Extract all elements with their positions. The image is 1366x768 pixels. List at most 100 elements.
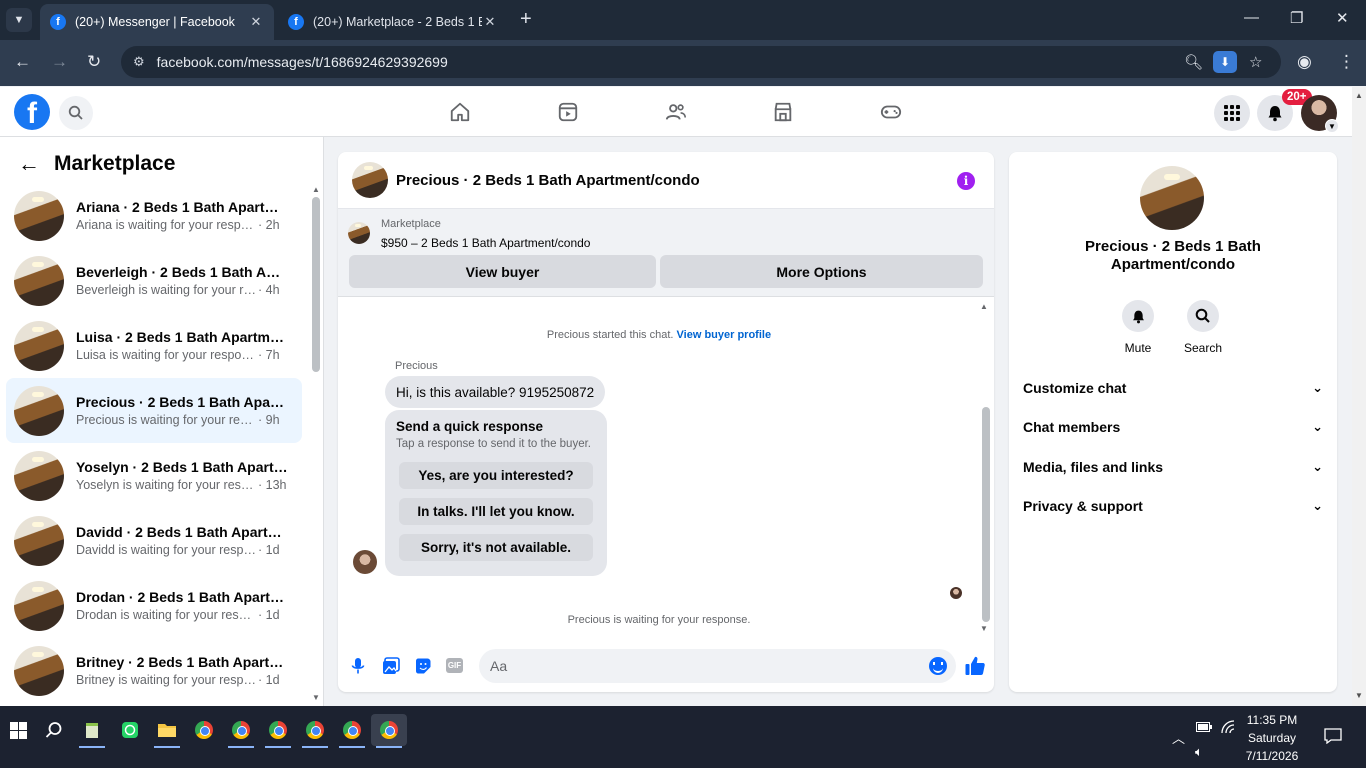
bookmark-star-icon[interactable]: ☆ [1249,53,1262,71]
restore-icon[interactable]: ❐ [1290,9,1303,27]
conversation-item[interactable]: Ariana · 2 Beds 1 Bath Apartment/condo A… [6,183,302,248]
conversation-item[interactable]: Beverleigh · 2 Beds 1 Bath Apartment/con… [6,248,302,313]
search-icon[interactable] [59,96,93,130]
reload-icon[interactable]: ↻ [87,52,101,72]
facebook-favicon-icon: f [288,14,304,30]
notepad-icon[interactable] [80,718,104,742]
install-app-icon[interactable]: ⬇ [1213,51,1237,73]
tab-search-chevron-icon[interactable]: ▼ [6,8,32,32]
quick-response-button[interactable]: Sorry, it's not available. [399,534,593,561]
back-arrow-icon[interactable]: ← [18,151,40,177]
media-files-links-row[interactable]: Media, files and links ⌄ [1023,455,1323,479]
quick-response-button[interactable]: In talks. I'll let you know. [399,498,593,525]
photo-icon[interactable] [381,656,401,676]
sticker-icon[interactable] [413,656,433,676]
chrome-icon[interactable] [377,718,401,742]
scroll-down-arrow-icon[interactable]: ▼ [1355,691,1363,700]
search-icon [1187,300,1219,332]
conversation-item[interactable]: Drodan · 2 Beds 1 Bath Apartment/condo D… [6,573,302,638]
conversation-list-scrollbar[interactable] [312,197,320,372]
conversation-name: Beverleigh · 2 Beds 1 Bath Apartment/con… [76,264,288,280]
windows-start-icon[interactable] [6,718,30,742]
profile-icon[interactable]: ◉ [1297,52,1312,72]
tab-close-icon[interactable]: ✕ [248,14,264,30]
gif-icon[interactable]: GIF [446,658,463,673]
notification-center-icon[interactable] [1324,728,1342,747]
scroll-up-arrow-icon[interactable]: ▲ [312,185,320,194]
minimize-icon[interactable]: — [1244,9,1259,26]
scroll-down-arrow-icon[interactable]: ▼ [312,693,320,702]
search-icon[interactable] [42,718,66,742]
section-label: Privacy & support [1023,498,1143,514]
view-buyer-profile-link[interactable]: View buyer profile [677,329,772,341]
wifi-icon[interactable] [1221,720,1237,737]
chevron-down-icon: ▼ [1325,119,1339,133]
chat-started-notice: Precious started this chat. View buyer p… [338,329,980,341]
search-button[interactable]: Search [1173,300,1233,355]
account-avatar[interactable]: ▼ [1301,95,1339,133]
facebook-logo-icon[interactable]: f [14,94,50,130]
chrome-icon[interactable] [229,718,253,742]
chat-header[interactable]: Precious · 2 Beds 1 Bath Apartment/condo… [338,152,994,209]
message-bubble[interactable]: Hi, is this available? 9195250872 [385,376,606,408]
forward-arrow-icon[interactable]: → [51,52,68,72]
browser-menu-icon[interactable]: ⋮ [1338,52,1355,72]
scroll-up-arrow-icon[interactable]: ▲ [1355,91,1363,100]
file-explorer-icon[interactable] [155,718,179,742]
zoom-icon[interactable]: 🔍︎ [1184,53,1203,71]
listing-thumbnail [14,255,64,306]
site-settings-icon[interactable]: ⚙ [133,54,145,70]
more-options-button[interactable]: More Options [660,255,983,288]
show-hidden-icons-chevron-icon[interactable]: ︿ [1172,728,1185,747]
message-input[interactable]: Aa [479,649,956,683]
window-close-icon[interactable]: ✕ [1336,9,1349,27]
conversation-item[interactable]: Luisa · 2 Beds 1 Bath Apartment/condo Lu… [6,313,302,378]
emoji-icon[interactable] [929,657,947,675]
conversation-item[interactable]: Yoselyn · 2 Beds 1 Bath Apartment/condo … [6,443,302,508]
clock-date: 7/11/2026 [1245,749,1299,763]
chat-scrollbar-thumb[interactable] [982,407,990,622]
conversation-preview: Drodan is waiting for your response. [76,608,256,622]
back-arrow-icon[interactable]: ← [14,52,31,72]
video-icon[interactable] [556,100,580,124]
battery-icon[interactable] [1196,720,1212,735]
conversation-item-selected[interactable]: Precious · 2 Beds 1 Bath Apartment/condo… [6,378,302,443]
whatsapp-icon[interactable] [118,718,142,742]
home-icon[interactable] [448,100,472,124]
volume-icon[interactable]: 🔈︎ [1195,744,1203,760]
friends-icon[interactable] [664,100,688,124]
chat-members-row[interactable]: Chat members ⌄ [1023,415,1323,439]
privacy-support-row[interactable]: Privacy & support ⌄ [1023,494,1323,518]
tab-close-icon[interactable]: ✕ [482,14,498,30]
new-tab-icon[interactable]: + [520,8,532,31]
scroll-down-arrow-icon[interactable]: ▼ [980,624,988,633]
chat-scrollbar[interactable] [980,302,992,632]
section-label: Chat members [1023,419,1121,435]
system-clock[interactable]: 11:35 PM Saturday 7/11/2026 [1240,711,1304,765]
conversation-item[interactable]: Britney · 2 Beds 1 Bath Apartment/condo … [6,638,302,703]
mute-button[interactable]: Mute [1108,300,1168,355]
conversation-name: Drodan · 2 Beds 1 Bath Apartment/condo [76,589,288,605]
microphone-icon[interactable] [348,656,368,676]
quick-response-button[interactable]: Yes, are you interested? [399,462,593,489]
conversation-item[interactable]: Davidd · 2 Beds 1 Bath Apartment/condo D… [6,508,302,573]
chrome-icon[interactable] [340,718,364,742]
info-icon[interactable]: i [957,172,975,190]
running-indicator [79,746,105,748]
view-buyer-button[interactable]: View buyer [349,255,656,288]
gaming-icon[interactable] [879,100,903,124]
tab-marketplace[interactable]: f (20+) Marketplace - 2 Beds 1 Bath Apar… [278,4,508,40]
page-scrollbar[interactable]: ▲ ▼ [1352,87,1366,706]
quick-response-card: Send a quick response Tap a response to … [385,410,607,576]
like-thumb-icon[interactable] [964,655,986,677]
chrome-icon[interactable] [266,718,290,742]
address-bar[interactable]: ⚙ facebook.com/messages/t/16869246293926… [121,46,1281,78]
marketplace-icon[interactable] [771,100,795,124]
chat-details-avatar[interactable] [1140,166,1204,230]
chrome-icon[interactable] [192,718,216,742]
customize-chat-row[interactable]: Customize chat ⌄ [1023,376,1323,400]
listing-title[interactable]: $950 – 2 Beds 1 Bath Apartment/condo [381,236,590,250]
tab-messenger[interactable]: f (20+) Messenger | Facebook ✕ [40,4,274,40]
menu-grid-icon[interactable] [1214,95,1250,131]
chrome-icon[interactable] [303,718,327,742]
